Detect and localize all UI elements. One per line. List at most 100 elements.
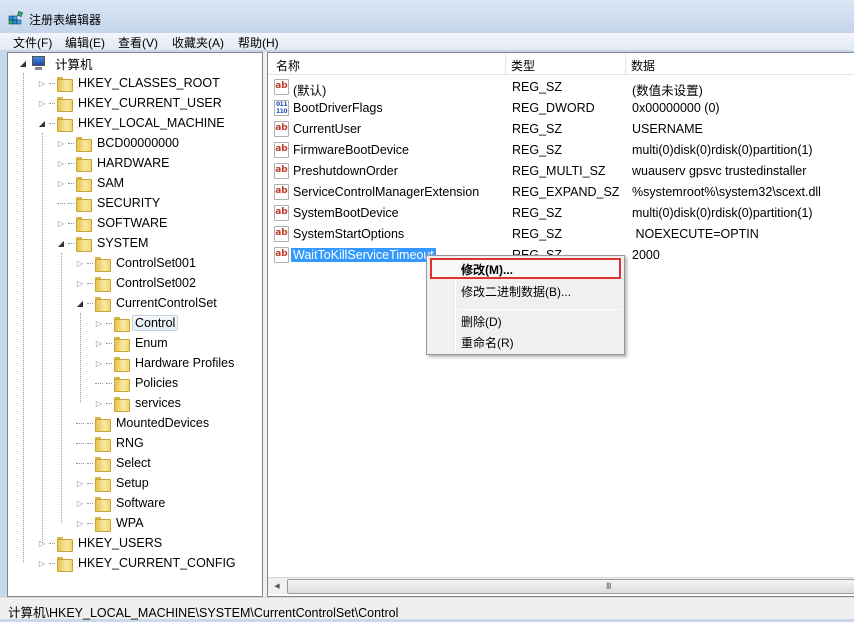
collapsed-arrow-icon[interactable]: ▷ [75, 498, 85, 508]
tree-connector [87, 262, 93, 264]
tree-item[interactable]: RNG [75, 433, 147, 453]
collapsed-arrow-icon[interactable]: ▷ [94, 318, 104, 328]
menu-item-delete[interactable]: 删除(D) [430, 310, 621, 331]
menu-file[interactable]: 文件(F) [11, 34, 54, 51]
tree-item[interactable]: ▷ HKEY_CLASSES_ROOT [37, 73, 223, 93]
menu-item-modify-binary[interactable]: 修改二进制数据(B)... [430, 280, 621, 301]
tree-label: RNG [116, 436, 144, 450]
column-header-data[interactable]: 数据 [631, 57, 655, 74]
collapsed-arrow-icon[interactable]: ▷ [37, 98, 47, 108]
tree-item[interactable]: SECURITY [56, 193, 163, 213]
menu-view[interactable]: 查看(V) [116, 34, 160, 51]
collapsed-arrow-icon[interactable]: ▷ [75, 278, 85, 288]
value-row[interactable]: ab FirmwareBootDevice REG_SZ multi(0)disk(0… [268, 140, 854, 161]
tree-item[interactable]: ▷ HKEY_CURRENT_CONFIG [37, 553, 239, 573]
value-row[interactable]: ab CurrentUser REG_SZ USERNAME [268, 119, 854, 140]
tree-item[interactable]: ▷ HARDWARE [56, 153, 172, 173]
tree-item[interactable]: ▷ SOFTWARE [56, 213, 170, 233]
collapsed-arrow-icon[interactable]: ▷ [56, 178, 66, 188]
menu-help[interactable]: 帮助(H) [236, 34, 281, 51]
status-bar: 计算机\HKEY_LOCAL_MACHINE\SYSTEM\CurrentCon… [0, 597, 854, 620]
scroll-left-icon[interactable]: ◀ [270, 580, 284, 593]
window-title: 注册表编辑器 [29, 13, 102, 27]
value-type: REG_SZ [512, 206, 563, 220]
scrollbar-thumb[interactable]: III [287, 579, 854, 594]
value-row[interactable]: ab (默认) REG_SZ (数值未设置) [268, 77, 854, 98]
expanded-arrow-icon[interactable]: ◢ [75, 298, 85, 308]
tree-label: SECURITY [97, 196, 161, 210]
horizontal-scrollbar[interactable]: ◀ III [268, 577, 854, 594]
value-data: wuauserv gpsvc trustedinstaller [632, 164, 807, 178]
value-data: 2000 [632, 248, 660, 262]
folder-icon [94, 515, 111, 532]
menu-favorites[interactable]: 收藏夹(A) [170, 34, 226, 51]
key-tree[interactable]: ◢ 计算机 ▷ HKEY_CLASSES_ROOT ▷ HKEY_CURRENT_US… [7, 52, 263, 597]
tree-label: ControlSet001 [116, 256, 196, 270]
tree-item[interactable]: ▷ HKEY_USERS [37, 533, 165, 553]
tree-item[interactable]: ◢ SYSTEM [56, 233, 151, 253]
value-row[interactable]: ab ServiceControlManagerExtension REG_EXPA… [268, 182, 854, 203]
tree-item[interactable]: ▷ ControlSet002 [75, 273, 199, 293]
tree-item[interactable]: Policies [94, 373, 181, 393]
collapsed-arrow-icon[interactable]: ▷ [94, 338, 104, 348]
tree-item[interactable]: ▷ HKEY_CURRENT_USER [37, 93, 225, 113]
tree-item[interactable]: ▷ Software [75, 493, 168, 513]
menu-item-modify[interactable]: 修改(M)... [430, 258, 621, 279]
value-row[interactable]: 011 110 BootDriverFlags REG_DWORD 0x00000000… [268, 98, 854, 119]
collapsed-arrow-icon[interactable]: ▷ [75, 478, 85, 488]
tree-item[interactable]: Select [75, 453, 154, 473]
value-row[interactable]: ab PreshutdownOrder REG_MULTI_SZ wuauserv g… [268, 161, 854, 182]
tree-item[interactable]: ◢ CurrentControlSet [75, 293, 220, 313]
expanded-arrow-icon[interactable]: ◢ [56, 238, 66, 248]
value-name: WaitToKillServiceTimeout [291, 248, 436, 262]
collapsed-arrow-icon[interactable]: ▷ [75, 258, 85, 268]
tree-item[interactable]: ▷ SAM [56, 173, 127, 193]
tree-label: Policies [135, 376, 179, 390]
string-value-icon: ab [274, 247, 289, 263]
string-value-icon: ab [274, 226, 289, 242]
column-separator[interactable] [505, 53, 506, 75]
folder-icon [94, 255, 111, 272]
tree-item[interactable]: ▷ Control [94, 313, 179, 333]
expanded-arrow-icon[interactable]: ◢ [37, 118, 47, 128]
tree-item[interactable]: MountedDevices [75, 413, 212, 433]
tree-connector [75, 438, 85, 448]
menu-item-rename[interactable]: 重命名(R) [430, 331, 621, 352]
value-data: 0x00000000 (0) [632, 101, 720, 115]
value-type: REG_DWORD [512, 101, 595, 115]
tree-label: 计算机 [55, 57, 93, 72]
folder-icon [94, 275, 111, 292]
tree-item[interactable]: ▷ ControlSet001 [75, 253, 199, 273]
tree-item[interactable]: ▷ services [94, 393, 184, 413]
value-row[interactable]: ab SystemBootDevice REG_SZ multi(0)disk(0)r… [268, 203, 854, 224]
column-separator[interactable] [625, 53, 626, 75]
collapsed-arrow-icon[interactable]: ▷ [56, 218, 66, 228]
tree-connector [68, 202, 74, 204]
tree-item[interactable]: ▷ Hardware Profiles [94, 353, 237, 373]
tree-item[interactable]: ▷ WPA [75, 513, 147, 533]
column-header-type[interactable]: 类型 [511, 57, 535, 74]
tree-item[interactable]: ▷ Setup [75, 473, 152, 493]
collapsed-arrow-icon[interactable]: ▷ [37, 538, 47, 548]
menu-edit[interactable]: 编辑(E) [63, 34, 107, 51]
collapsed-arrow-icon[interactable]: ▷ [75, 518, 85, 528]
collapsed-arrow-icon[interactable]: ▷ [37, 558, 47, 568]
tree-root-computer[interactable]: ◢ 计算机 [18, 53, 96, 73]
collapsed-arrow-icon[interactable]: ▷ [56, 138, 66, 148]
tree-item[interactable]: ▷ Enum [94, 333, 171, 353]
expanded-arrow-icon[interactable]: ◢ [18, 58, 28, 68]
tree-connector [56, 198, 66, 208]
tree-item[interactable]: ▷ BCD00000000 [56, 133, 182, 153]
tree-connector [68, 222, 74, 224]
value-row[interactable]: ab SystemStartOptions REG_SZ NOEXECUTE=OPT… [268, 224, 854, 245]
collapsed-arrow-icon[interactable]: ▷ [56, 158, 66, 168]
tree-label: CurrentControlSet [116, 296, 217, 310]
collapsed-arrow-icon[interactable]: ▷ [94, 358, 104, 368]
folder-icon [113, 355, 130, 372]
column-header-name[interactable]: 名称 [276, 57, 300, 74]
tree-item[interactable]: ◢ HKEY_LOCAL_MACHINE [37, 113, 228, 133]
collapsed-arrow-icon[interactable]: ▷ [37, 78, 47, 88]
folder-icon [94, 435, 111, 452]
tree-connector [68, 162, 74, 164]
collapsed-arrow-icon[interactable]: ▷ [94, 398, 104, 408]
